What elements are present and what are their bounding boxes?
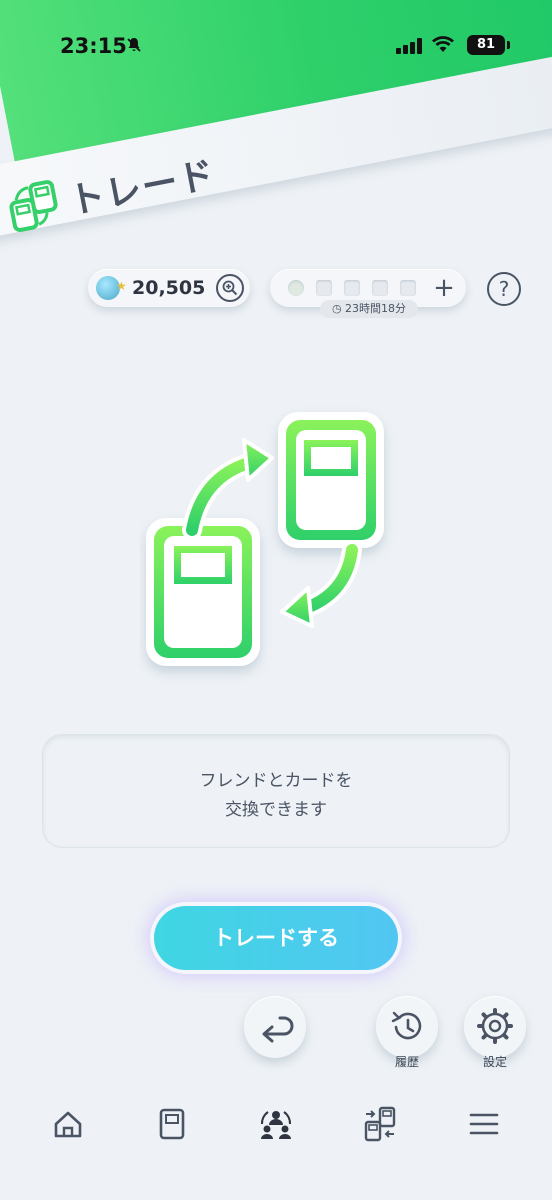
- description-box: フレンドとカードを 交換できます: [42, 734, 510, 848]
- home-icon: [54, 1111, 82, 1138]
- description-line-1: フレンドとカードを: [199, 771, 353, 791]
- stamina-slot: [400, 280, 416, 296]
- nav-card-album[interactable]: [150, 1102, 194, 1146]
- stamina-slot: [372, 280, 388, 296]
- currency-value: 20,505: [132, 277, 206, 299]
- stamina-timer-text: 23時間18分: [345, 302, 407, 315]
- trade-logo-icon: [3, 176, 66, 235]
- menu-icon: [469, 1113, 499, 1135]
- add-stamina-button[interactable]: +: [430, 275, 458, 303]
- stamina-slot: [316, 280, 332, 296]
- gear-icon: [477, 1008, 513, 1044]
- status-time: 23:15: [60, 34, 127, 58]
- settings-button[interactable]: 設定: [464, 996, 526, 1069]
- trade-button[interactable]: トレードする: [154, 906, 398, 970]
- history-button[interactable]: 履歴: [376, 996, 438, 1069]
- currency-pill: ★ 20,505: [88, 269, 250, 307]
- nav-menu[interactable]: [462, 1102, 506, 1146]
- nav-home[interactable]: [46, 1102, 90, 1146]
- battery-indicator: 81: [467, 35, 510, 55]
- history-icon: [391, 1011, 422, 1040]
- settings-label: 設定: [482, 1055, 507, 1069]
- clock-icon: ◷: [331, 302, 342, 315]
- zoom-in-icon[interactable]: [216, 274, 244, 302]
- stamina-slot-recharging: [288, 280, 304, 296]
- card-album-icon: [159, 1108, 185, 1140]
- history-label: 履歴: [394, 1055, 419, 1069]
- stamina-timer: ◷ 23時間18分: [320, 300, 418, 318]
- star-icon: ★: [116, 279, 127, 293]
- trade-icon: [364, 1106, 396, 1142]
- back-button[interactable]: [244, 996, 306, 1058]
- status-bar: 23:15 81: [0, 0, 552, 90]
- nav-trade[interactable]: [358, 1102, 402, 1146]
- cellular-signal-icon: [396, 38, 424, 54]
- stamina-slot: [344, 280, 360, 296]
- social-icon: [261, 1111, 291, 1139]
- trade-illustration: [140, 400, 420, 690]
- description-line-2: 交換できます: [225, 800, 327, 820]
- nav-social[interactable]: [254, 1102, 298, 1146]
- silent-mode-icon: [126, 37, 142, 57]
- help-button[interactable]: ?: [487, 272, 521, 306]
- wifi-icon: [432, 34, 454, 58]
- bottom-navigation: [0, 1082, 552, 1200]
- back-arrow-icon: [262, 1016, 294, 1043]
